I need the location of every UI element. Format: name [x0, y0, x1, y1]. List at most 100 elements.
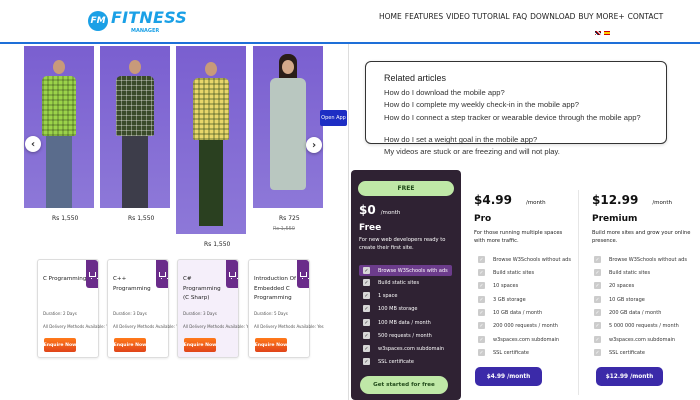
- cart-icon: [228, 271, 238, 279]
- plan-feature: ✓ Browse W3Schools with ads: [359, 265, 452, 276]
- fitness-manager-logo[interactable]: FM FITNESS MANAGER: [88, 8, 187, 34]
- open-app-button[interactable]: Open App: [320, 110, 347, 126]
- plan-feature: ✓ w3spaces.com subdomain: [363, 345, 445, 352]
- product-image[interactable]: [24, 46, 94, 208]
- add-to-cart-button[interactable]: [226, 260, 238, 288]
- plan-feature: ✓ 10 spaces: [478, 282, 519, 289]
- shirt-shape: [193, 78, 229, 140]
- premium-plan-name: Premium: [592, 214, 638, 224]
- course-title: Introduction Of Embedded C Programming: [254, 276, 297, 301]
- dress-shape: [270, 78, 306, 190]
- nav-buy-more[interactable]: BUY MORE+: [578, 12, 624, 21]
- plan-feature: ✓ Browse W3Schools without ads: [478, 256, 571, 263]
- uk-flag-icon[interactable]: [595, 31, 601, 35]
- pro-plan-name: Pro: [474, 214, 492, 224]
- premium-plan-price: $12.99/month: [592, 193, 673, 207]
- product-card[interactable]: Rs 1,550: [176, 46, 246, 248]
- enquire-now-button[interactable]: Enquire Now: [114, 338, 146, 352]
- add-to-cart-button[interactable]: [156, 260, 168, 288]
- get-started-free-button[interactable]: Get started for free: [360, 376, 448, 394]
- course-title: C Programming: [43, 276, 87, 282]
- spain-flag-icon[interactable]: [604, 31, 610, 35]
- check-icon: ✓: [478, 322, 485, 329]
- course-meta: Duration: 3 Days All Delivery Methods Ava…: [183, 311, 253, 329]
- free-plan-card: FREE $0/month Free For new web developer…: [351, 170, 461, 400]
- shirt-shape: [42, 76, 76, 136]
- nav-features[interactable]: FEATURES: [405, 12, 443, 21]
- plan-feature: ✓ 500 requests / month: [363, 332, 432, 339]
- check-icon: ✓: [363, 292, 370, 299]
- check-icon: ✓: [363, 345, 370, 352]
- related-article-link[interactable]: How do I connect a step tracker or weara…: [384, 113, 652, 122]
- product-price: Rs 1,550: [204, 241, 231, 248]
- free-plan-name: Free: [359, 223, 382, 233]
- plan-feature: ✓ 200 000 requests / month: [478, 322, 558, 329]
- enquire-now-button[interactable]: Enquire Now: [255, 338, 287, 352]
- column-divider: [348, 44, 349, 400]
- related-article-link[interactable]: How do I set a weight goal in the mobile…: [384, 135, 537, 144]
- product-card[interactable]: Rs 1,550: [100, 46, 170, 222]
- plan-feature: ✓ 200 GB data / month: [594, 309, 662, 316]
- pro-plan-button[interactable]: $4.99 /month: [475, 367, 542, 386]
- carousel-prev-button[interactable]: ‹: [25, 136, 41, 152]
- carousel-next-button[interactable]: ›: [306, 137, 322, 153]
- product-price: Rs 1,550: [52, 215, 79, 222]
- related-article-link[interactable]: How do I complete my weekly check-in in …: [384, 100, 579, 109]
- shirt-shape: [116, 76, 154, 136]
- product-card[interactable]: Rs 1,550: [24, 46, 94, 222]
- check-icon: ✓: [594, 309, 601, 316]
- free-plan-description: For new web developers ready to create t…: [359, 237, 446, 252]
- plan-divider: [578, 190, 579, 395]
- check-icon: ✓: [363, 267, 370, 274]
- cart-icon: [88, 271, 98, 279]
- nav-contact[interactable]: CONTACT: [628, 12, 664, 21]
- check-icon: ✓: [478, 336, 485, 343]
- related-article-link[interactable]: My videos are stuck or are freezing and …: [384, 147, 560, 156]
- plan-feature: ✓ SSL certificate: [478, 349, 529, 356]
- product-price: Rs 1,550: [128, 215, 155, 222]
- nav-home[interactable]: HOME: [379, 12, 402, 21]
- chevron-left-icon: ‹: [30, 138, 36, 150]
- plan-feature: ✓ w3spaces.com subdomain: [594, 336, 676, 343]
- check-icon: ✓: [594, 336, 601, 343]
- plan-feature: ✓ 3 GB storage: [478, 296, 526, 303]
- check-icon: ✓: [478, 349, 485, 356]
- course-title: C++ Programming: [113, 276, 151, 292]
- nav-faq[interactable]: FAQ: [513, 12, 528, 21]
- plan-feature: ✓ Build static sites: [363, 279, 420, 286]
- check-icon: ✓: [594, 282, 601, 289]
- course-card[interactable]: C++ Programming Duration: 3 Days All Deli…: [107, 259, 183, 358]
- language-switcher: [595, 31, 610, 35]
- logo-main-text: FITNESS: [111, 8, 187, 27]
- plan-feature: ✓ 20 spaces: [594, 282, 635, 289]
- pro-plan-description: For those running multiple spaces with m…: [474, 230, 563, 245]
- check-icon: ✓: [594, 296, 601, 303]
- plan-feature: ✓ 100 MB data / month: [363, 319, 431, 326]
- product-image[interactable]: [176, 46, 246, 234]
- plan-feature: ✓ Build static sites: [478, 269, 535, 276]
- plan-feature: ✓ 100 MB storage: [363, 305, 418, 312]
- pro-plan-price: $4.99/month: [474, 193, 546, 207]
- plan-feature: ✓ 1 space: [363, 292, 398, 299]
- check-icon: ✓: [594, 269, 601, 276]
- enquire-now-button[interactable]: Enquire Now: [184, 338, 216, 352]
- add-to-cart-button[interactable]: [297, 260, 309, 288]
- premium-plan-button[interactable]: $12.99 /month: [596, 367, 663, 386]
- product-card[interactable]: Rs 725 Rs 1,550: [253, 46, 323, 232]
- related-article-link[interactable]: How do I download the mobile app?: [384, 88, 505, 97]
- course-card[interactable]: C Programming Duration: 2 Days All Delive…: [37, 259, 113, 358]
- cart-icon: [158, 271, 168, 279]
- add-to-cart-button[interactable]: [86, 260, 98, 288]
- product-image[interactable]: [100, 46, 170, 208]
- course-card[interactable]: C# Programming (C Sharp) Duration: 3 Day…: [177, 259, 253, 358]
- nav-video-tutorial[interactable]: VIDEO TUTORIAL: [446, 12, 509, 21]
- enquire-now-button[interactable]: Enquire Now: [44, 338, 76, 352]
- site-header: FM FITNESS MANAGER HOME FEATURES VIDEO T…: [0, 0, 700, 44]
- check-icon: ✓: [478, 282, 485, 289]
- nav-download[interactable]: DOWNLOAD: [530, 12, 575, 21]
- course-meta: Duration: 5 Days All Delivery Methods Ava…: [254, 311, 324, 329]
- course-card[interactable]: Introduction Of Embedded C Programming D…: [248, 259, 324, 358]
- plan-feature: ✓ SSL certificate: [363, 358, 414, 365]
- plan-feature: ✓ 10 GB storage: [594, 296, 645, 303]
- product-image[interactable]: [253, 46, 323, 208]
